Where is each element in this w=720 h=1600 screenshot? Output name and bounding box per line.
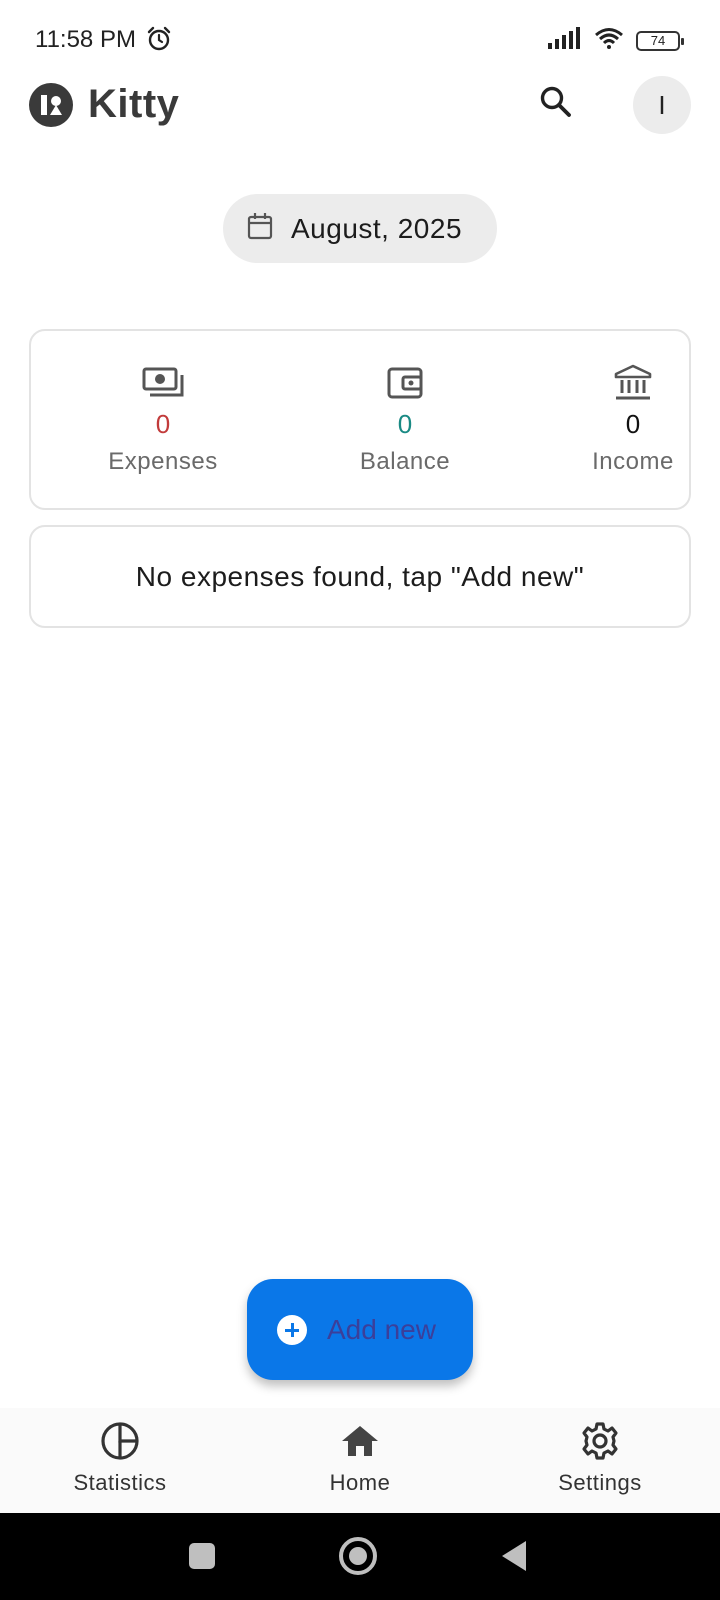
income-label: Income <box>592 448 674 475</box>
expenses-label: Expenses <box>108 448 218 475</box>
home-circle-icon[interactable] <box>339 1537 377 1575</box>
calendar-icon <box>247 212 273 245</box>
bank-icon <box>543 361 720 405</box>
bottom-nav: Statistics Home Settings <box>0 1408 720 1513</box>
balance-stat[interactable]: 0 Balance <box>315 361 495 476</box>
app-bar: Kitty I <box>0 74 720 138</box>
avatar[interactable]: I <box>633 76 691 134</box>
kitty-logo-icon <box>29 83 73 132</box>
screen: 11:58 PM 74 Kitty I August, 2025 0 Expen… <box>0 0 720 1600</box>
expenses-stat[interactable]: 0 Expenses <box>73 361 253 476</box>
add-circle-icon <box>277 1314 307 1345</box>
app-title: Kitty <box>88 82 180 126</box>
signal-icon <box>548 27 582 54</box>
nav-label-home: Home <box>329 1470 391 1495</box>
search-icon <box>539 85 573 124</box>
empty-state-card: No expenses found, tap "Add new" <box>29 525 691 628</box>
status-bar: 11:58 PM 74 <box>0 0 720 70</box>
income-stat[interactable]: 0 Income <box>543 361 720 476</box>
back-icon[interactable] <box>502 1541 526 1571</box>
income-value: 0 <box>625 409 641 439</box>
add-new-button[interactable]: Add new <box>247 1279 473 1380</box>
home-icon <box>260 1418 460 1464</box>
balance-label: Balance <box>359 448 451 475</box>
recent-apps-icon[interactable] <box>189 1543 215 1569</box>
empty-state-message: No expenses found, tap "Add new" <box>135 560 585 592</box>
wallet-icon <box>315 361 495 405</box>
status-icons: 74 <box>548 27 684 54</box>
money-icon <box>73 361 253 405</box>
summary-card: 0 Expenses 0 Balance 0 Income <box>29 329 691 510</box>
status-time: 11:58 PM <box>35 26 136 53</box>
wifi-icon <box>594 27 624 54</box>
add-new-label: Add new <box>327 1313 436 1345</box>
nav-item-home[interactable]: Home <box>260 1418 460 1496</box>
search-button[interactable] <box>534 82 578 126</box>
pie-chart-icon <box>20 1418 220 1464</box>
battery-icon: 74 <box>636 30 684 51</box>
gear-icon <box>500 1418 700 1464</box>
nav-item-settings[interactable]: Settings <box>500 1418 700 1496</box>
alarm-icon <box>146 26 172 57</box>
nav-label-settings: Settings <box>558 1470 642 1495</box>
system-nav-bar <box>0 1513 720 1600</box>
nav-item-statistics[interactable]: Statistics <box>20 1418 220 1496</box>
expenses-value: 0 <box>155 409 171 439</box>
month-label: August, 2025 <box>291 212 463 244</box>
month-selector[interactable]: August, 2025 <box>223 194 497 263</box>
balance-value: 0 <box>397 409 413 439</box>
nav-label-statistics: Statistics <box>73 1470 167 1495</box>
